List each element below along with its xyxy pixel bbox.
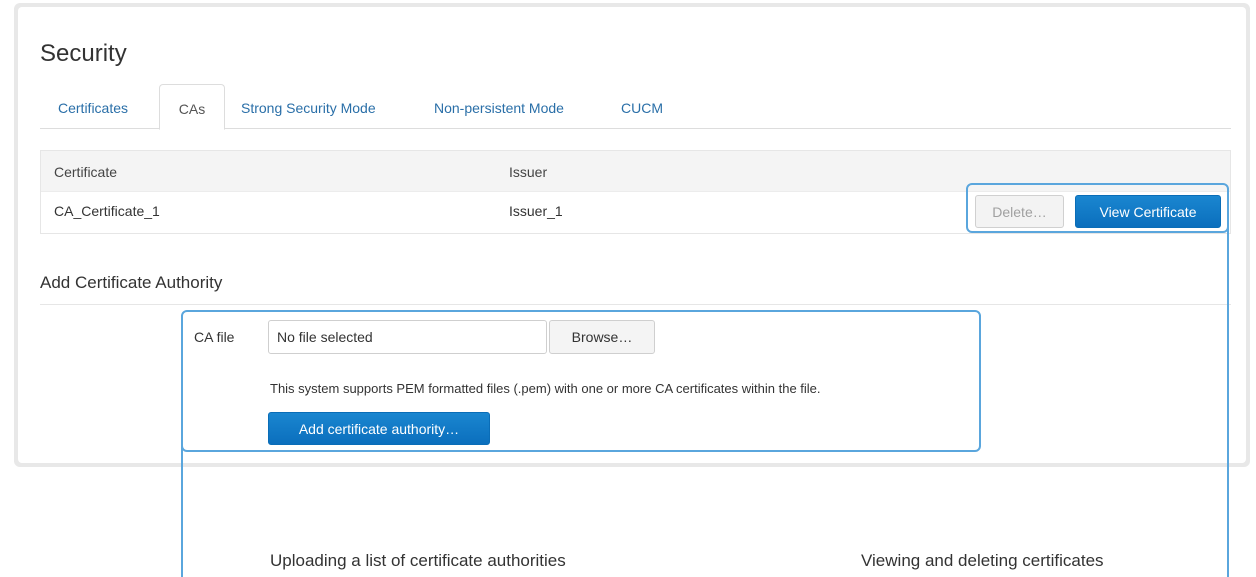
add-certificate-authority-button[interactable]: Add certificate authority… bbox=[268, 412, 490, 445]
tab-strong-security-mode[interactable]: Strong Security Mode bbox=[241, 84, 376, 127]
tab-non-persistent-mode[interactable]: Non-persistent Mode bbox=[434, 84, 564, 127]
column-header-issuer: Issuer bbox=[509, 164, 548, 180]
upload-callout-line bbox=[181, 440, 183, 577]
add-ca-section-title: Add Certificate Authority bbox=[40, 273, 223, 292]
view-delete-callout-caption: Viewing and deleting certificates bbox=[861, 551, 1104, 570]
column-header-certificate: Certificate bbox=[54, 164, 118, 180]
table-cell-issuer: Issuer_1 bbox=[509, 203, 563, 219]
upload-callout-caption: Uploading a list of certificate authorit… bbox=[270, 551, 566, 570]
page-title: Security bbox=[40, 40, 127, 67]
pem-format-hint: This system supports PEM formatted files… bbox=[270, 381, 821, 396]
security-panel bbox=[14, 3, 1250, 467]
ca-file-label: CA file bbox=[194, 329, 235, 345]
table-header bbox=[41, 151, 1230, 192]
tab-certificates[interactable]: Certificates bbox=[58, 84, 128, 127]
ca-file-field[interactable] bbox=[268, 320, 547, 354]
table-cell-certificate: CA_Certificate_1 bbox=[54, 203, 160, 219]
tab-cucm[interactable]: CUCM bbox=[621, 84, 663, 127]
delete-button[interactable]: Delete… bbox=[975, 195, 1064, 228]
section-divider bbox=[40, 304, 1231, 305]
security-tabs: Certificates CAs Strong Security Mode No… bbox=[40, 84, 1231, 130]
view-delete-callout-line bbox=[1227, 226, 1229, 577]
tab-cas[interactable]: CAs bbox=[159, 84, 225, 130]
view-certificate-button[interactable]: View Certificate bbox=[1075, 195, 1221, 228]
browse-button[interactable]: Browse… bbox=[549, 320, 655, 354]
